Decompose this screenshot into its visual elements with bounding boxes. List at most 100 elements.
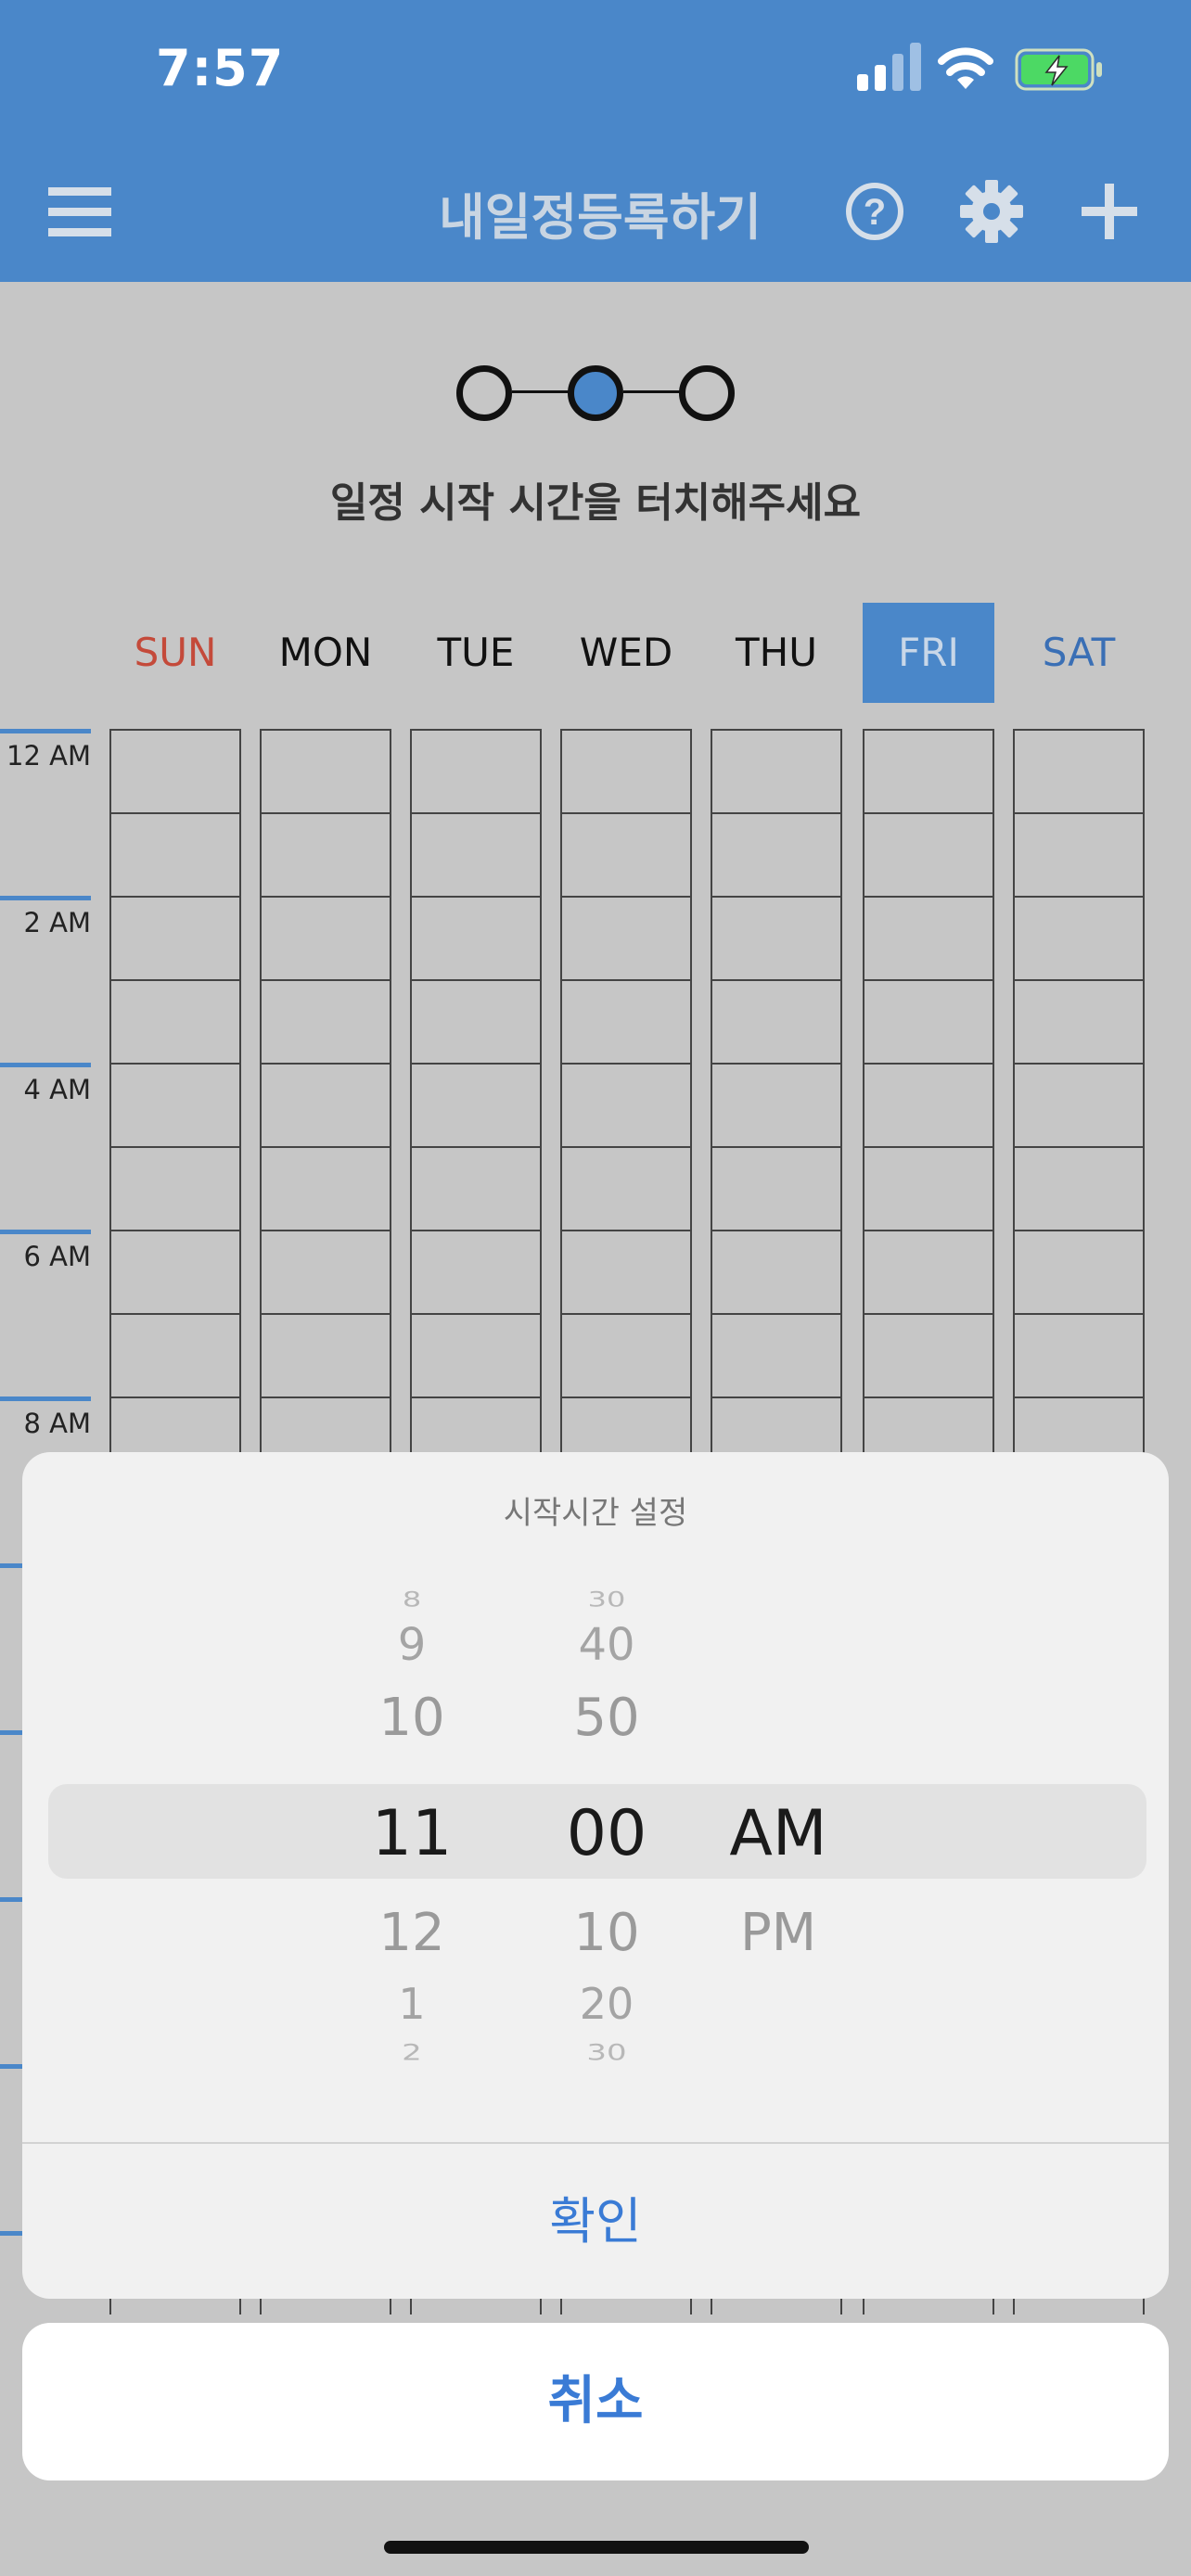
time-slot-cell[interactable] xyxy=(864,1230,992,1313)
time-slot-cell[interactable] xyxy=(562,812,690,896)
hour-label: 8 AM xyxy=(23,1408,91,1439)
picker-hour-option[interactable]: 9 xyxy=(356,1619,467,1671)
day-header-wed[interactable]: WED xyxy=(560,603,692,703)
confirm-button[interactable]: 확인 xyxy=(22,2144,1169,2299)
hour-marker xyxy=(0,1396,91,1401)
time-slot-cell[interactable] xyxy=(262,812,390,896)
time-slot-cell[interactable] xyxy=(412,1230,540,1313)
time-slot-cell[interactable] xyxy=(864,1313,992,1396)
time-slot-cell[interactable] xyxy=(864,896,992,979)
day-header-sun[interactable]: SUN xyxy=(109,603,241,703)
time-slot-cell[interactable] xyxy=(562,1230,690,1313)
time-slot-cell[interactable] xyxy=(412,1313,540,1396)
time-slot-cell[interactable] xyxy=(111,812,239,896)
time-slot-cell[interactable] xyxy=(864,1146,992,1230)
time-slot-cell[interactable] xyxy=(712,1146,840,1230)
time-slot-cell[interactable] xyxy=(712,1230,840,1313)
step-2-indicator xyxy=(568,365,623,421)
picker-hour-option[interactable]: 8 xyxy=(356,1588,467,1613)
cellular-signal-icon xyxy=(857,43,921,91)
picker-hour-selected[interactable]: 11 xyxy=(356,1797,467,1870)
time-slot-cell[interactable] xyxy=(111,729,239,812)
day-header-fri[interactable]: FRI xyxy=(863,603,994,703)
time-slot-cell[interactable] xyxy=(562,1146,690,1230)
time-slot-cell[interactable] xyxy=(712,1313,840,1396)
time-slot-cell[interactable] xyxy=(1015,979,1143,1063)
day-header-mon[interactable]: MON xyxy=(260,603,391,703)
picker-period-selected[interactable]: AM xyxy=(699,1797,857,1870)
time-slot-cell[interactable] xyxy=(712,812,840,896)
cancel-button[interactable]: 취소 xyxy=(22,2323,1169,2480)
plus-icon[interactable] xyxy=(1072,174,1146,249)
time-slot-cell[interactable] xyxy=(111,1146,239,1230)
picker-period-option[interactable]: PM xyxy=(699,1903,857,1963)
picker-minute-option[interactable]: 40 xyxy=(551,1619,662,1671)
time-slot-cell[interactable] xyxy=(412,1146,540,1230)
time-slot-cell[interactable] xyxy=(864,812,992,896)
picker-hour-option[interactable]: 12 xyxy=(356,1903,467,1963)
hour-label: 6 AM xyxy=(23,1241,91,1272)
time-slot-cell[interactable] xyxy=(562,729,690,812)
time-slot-cell[interactable] xyxy=(712,1063,840,1146)
time-slot-cell[interactable] xyxy=(712,729,840,812)
picker-minute-option[interactable]: 50 xyxy=(551,1688,662,1748)
time-slot-cell[interactable] xyxy=(562,1313,690,1396)
time-slot-cell[interactable] xyxy=(262,1063,390,1146)
time-slot-cell[interactable] xyxy=(562,979,690,1063)
time-slot-cell[interactable] xyxy=(262,1313,390,1396)
hour-marker xyxy=(0,1063,91,1067)
picker-minute-option[interactable]: 30 xyxy=(551,1588,662,1613)
status-time: 7:57 xyxy=(156,39,285,97)
time-slot-cell[interactable] xyxy=(562,896,690,979)
time-slot-cell[interactable] xyxy=(262,1230,390,1313)
step-connector xyxy=(623,390,683,393)
time-slot-cell[interactable] xyxy=(1015,1230,1143,1313)
day-header-sat[interactable]: SAT xyxy=(1013,603,1145,703)
picker-hour-option[interactable]: 2 xyxy=(356,2040,467,2066)
time-slot-cell[interactable] xyxy=(111,1063,239,1146)
gear-icon[interactable] xyxy=(954,174,1029,249)
time-slot-cell[interactable] xyxy=(562,1063,690,1146)
time-slot-cell[interactable] xyxy=(412,729,540,812)
picker-minute-option[interactable]: 30 xyxy=(551,2040,662,2066)
time-slot-cell[interactable] xyxy=(412,979,540,1063)
time-slot-cell[interactable] xyxy=(864,729,992,812)
time-slot-cell[interactable] xyxy=(1015,1063,1143,1146)
time-picker-sheet: 시작시간 설정 8 9 10 11 12 1 2 30 40 50 00 10 … xyxy=(22,1452,1169,2299)
hour-marker xyxy=(0,729,91,733)
time-slot-cell[interactable] xyxy=(1015,1146,1143,1230)
time-picker[interactable]: 8 9 10 11 12 1 2 30 40 50 00 10 20 30 AM… xyxy=(22,1582,1169,2142)
help-icon[interactable]: ? xyxy=(838,174,912,249)
time-slot-cell[interactable] xyxy=(1015,729,1143,812)
picker-hour-option[interactable]: 10 xyxy=(356,1688,467,1748)
home-indicator xyxy=(384,2541,809,2554)
time-slot-cell[interactable] xyxy=(412,812,540,896)
time-slot-cell[interactable] xyxy=(412,896,540,979)
picker-hour-option[interactable]: 1 xyxy=(356,1979,467,2029)
time-slot-cell[interactable] xyxy=(111,896,239,979)
time-slot-cell[interactable] xyxy=(712,979,840,1063)
app-header: 내일정등록하기 ? xyxy=(0,141,1191,282)
battery-charging-icon xyxy=(1015,48,1102,91)
time-slot-cell[interactable] xyxy=(412,1063,540,1146)
time-slot-cell[interactable] xyxy=(864,1063,992,1146)
day-header-tue[interactable]: TUE xyxy=(410,603,542,703)
time-slot-cell[interactable] xyxy=(262,896,390,979)
time-slot-cell[interactable] xyxy=(712,896,840,979)
time-slot-cell[interactable] xyxy=(1015,896,1143,979)
time-slot-cell[interactable] xyxy=(1015,812,1143,896)
time-slot-cell[interactable] xyxy=(1015,1313,1143,1396)
picker-minute-option[interactable]: 20 xyxy=(551,1979,662,2029)
picker-minute-option[interactable]: 10 xyxy=(551,1903,662,1963)
time-slot-cell[interactable] xyxy=(262,979,390,1063)
time-slot-cell[interactable] xyxy=(111,1230,239,1313)
day-header-thu[interactable]: THU xyxy=(711,603,842,703)
step-3-indicator xyxy=(679,365,735,421)
time-slot-cell[interactable] xyxy=(111,1313,239,1396)
time-slot-cell[interactable] xyxy=(111,979,239,1063)
picker-minute-selected[interactable]: 00 xyxy=(551,1797,662,1870)
time-slot-cell[interactable] xyxy=(864,979,992,1063)
time-slot-cell[interactable] xyxy=(262,729,390,812)
time-slot-cell[interactable] xyxy=(262,1146,390,1230)
step-connector xyxy=(512,390,571,393)
